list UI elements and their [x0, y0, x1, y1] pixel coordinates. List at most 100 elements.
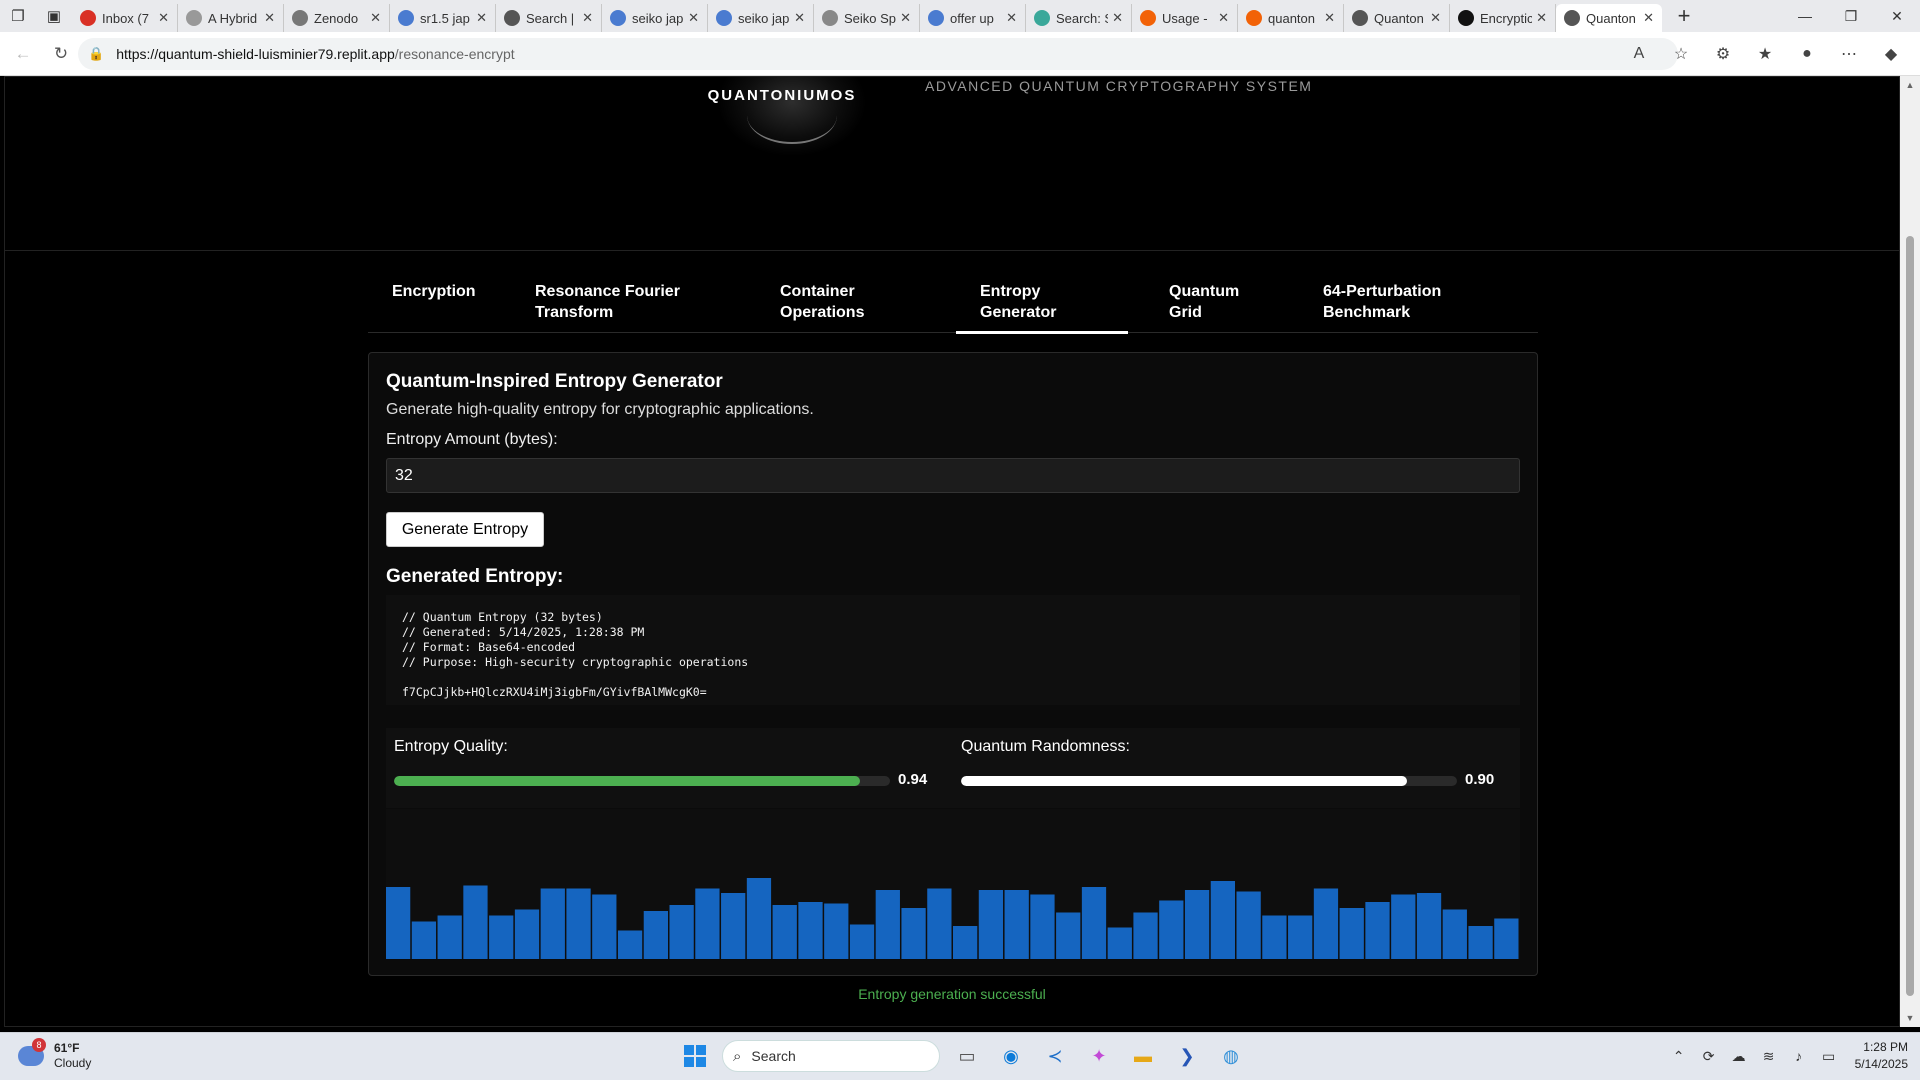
close-tab-icon[interactable]: ✕: [900, 10, 911, 26]
browser-tab[interactable]: quanton ✕: [1238, 4, 1344, 32]
refresh-icon[interactable]: ↻: [42, 36, 80, 72]
scroll-down-icon[interactable]: ▼: [1900, 1013, 1920, 1023]
entropy-amount-input[interactable]: [386, 458, 1520, 493]
windows-taskbar: 8 61°F Cloudy ⌕ Search ▭ ◉ ≺ ✦ ▬ ❯ ◍ ⌃ ⟳…: [0, 1032, 1920, 1080]
histogram-bar: [1468, 926, 1493, 959]
browser-tab[interactable]: Quanton ✕: [1344, 4, 1450, 32]
new-tab-button[interactable]: +: [1668, 3, 1700, 29]
close-tab-icon[interactable]: ✕: [370, 10, 381, 26]
tab-list: Inbox (7 ✕ A Hybrid ✕ Zenodo ✕ sr1.5 jap ✕ Searc…: [72, 0, 1662, 32]
browser-tab[interactable]: Encryptic ✕: [1450, 4, 1556, 32]
tab-quantum[interactable]: Quantum Grid: [1169, 273, 1239, 333]
read-aloud-icon[interactable]: A: [1622, 38, 1656, 70]
favorites-icon[interactable]: ★: [1748, 38, 1782, 70]
system-tray: ⌃ ⟳ ☁ ≋ ♪ ▭ 1:28 PM 5/14/2025: [1669, 1039, 1908, 1073]
back-icon[interactable]: ←: [4, 36, 42, 72]
histogram-bar: [386, 887, 411, 959]
clock-time: 1:28 PM: [1863, 1040, 1908, 1054]
histogram-bar: [1313, 888, 1339, 959]
tab-actions-icon[interactable]: ▣: [36, 0, 72, 32]
histogram-bar: [798, 902, 823, 959]
histogram-bar: [566, 888, 591, 959]
close-tab-icon[interactable]: ✕: [1112, 10, 1123, 26]
vscode-icon[interactable]: ≺: [1038, 1039, 1072, 1073]
entropy-histogram-svg: [386, 878, 1519, 959]
browser-tab[interactable]: Quanton ✕: [1556, 4, 1662, 32]
browser-tab[interactable]: Seiko Sp ✕: [814, 4, 920, 32]
sync-icon[interactable]: ⟳: [1699, 1048, 1719, 1065]
browser-tab[interactable]: Search | ✕: [496, 4, 602, 32]
browser-tab[interactable]: seiko jap ✕: [602, 4, 708, 32]
page-scrollbar[interactable]: ▲ ▼: [1900, 76, 1920, 1027]
copilot-app-icon[interactable]: ✦: [1082, 1039, 1116, 1073]
profile-avatar-icon[interactable]: ●: [1790, 38, 1824, 70]
close-tab-icon[interactable]: ✕: [476, 10, 487, 26]
tab-entropy[interactable]: Entropy Generator: [956, 273, 1128, 334]
close-tab-icon[interactable]: ✕: [582, 10, 593, 26]
browser-tab[interactable]: Usage - ✕: [1132, 4, 1238, 32]
start-button[interactable]: [678, 1039, 712, 1073]
minimize-button[interactable]: —: [1782, 0, 1828, 32]
close-tab-icon[interactable]: ✕: [794, 10, 805, 26]
histogram-bar: [721, 893, 746, 959]
scrollbar-thumb[interactable]: [1906, 236, 1914, 996]
output-line: // Generated: 5/14/2025, 1:28:38 PM: [402, 625, 645, 639]
feature-tabs: Encryption Resonance Fourier Transform Cont…: [368, 273, 1538, 334]
copilot-icon[interactable]: ◆: [1874, 38, 1908, 70]
browser-tab[interactable]: Zenodo ✕: [284, 4, 390, 32]
status-message: Entropy generation successful: [858, 986, 1046, 1002]
tab-label-line: Encryption: [392, 283, 476, 300]
browser-tab[interactable]: Search: S ✕: [1026, 4, 1132, 32]
close-tab-icon[interactable]: ✕: [158, 10, 169, 26]
close-tab-icon[interactable]: ✕: [1218, 10, 1229, 26]
file-explorer-icon[interactable]: ▬: [1126, 1039, 1160, 1073]
task-view-icon[interactable]: ▭: [950, 1039, 984, 1073]
taskbar-search[interactable]: ⌕ Search: [722, 1040, 940, 1072]
histogram-bar: [901, 908, 926, 959]
favorite-star-icon[interactable]: ☆: [1664, 38, 1698, 70]
volume-icon[interactable]: ♪: [1789, 1048, 1809, 1064]
workspaces-icon[interactable]: ❐: [0, 0, 36, 32]
histogram-bar: [437, 915, 462, 959]
browser-tab[interactable]: Inbox (7 ✕: [72, 4, 178, 32]
quantum-randomness-fill: [961, 776, 1408, 786]
close-tab-icon[interactable]: ✕: [688, 10, 699, 26]
chevron-up-icon[interactable]: ⌃: [1669, 1048, 1689, 1065]
close-window-button[interactable]: ✕: [1874, 0, 1920, 32]
tab-resonance-fourier[interactable]: Resonance Fourier Transform: [535, 273, 680, 333]
histogram-bar: [540, 888, 565, 959]
close-tab-icon[interactable]: ✕: [264, 10, 275, 26]
entropy-output[interactable]: // Quantum Entropy (32 bytes) // Generat…: [386, 595, 1520, 705]
battery-icon[interactable]: ▭: [1819, 1048, 1839, 1065]
powershell-icon[interactable]: ❯: [1170, 1039, 1204, 1073]
weather-widget[interactable]: 8 61°F Cloudy: [18, 1038, 91, 1071]
globe-app-icon[interactable]: ◍: [1214, 1039, 1248, 1073]
extensions-icon[interactable]: ⚙: [1706, 38, 1740, 70]
tab-container[interactable]: Container Operations: [780, 273, 864, 333]
restore-button[interactable]: ❐: [1828, 0, 1874, 32]
tab-label-line: Grid: [1169, 304, 1202, 321]
wifi-icon[interactable]: ≋: [1759, 1048, 1779, 1065]
clock[interactable]: 1:28 PM 5/14/2025: [1855, 1039, 1908, 1073]
tab-encryption[interactable]: Encryption: [392, 273, 476, 333]
tab-64-perturbation[interactable]: 64-Perturbation Benchmark: [1323, 273, 1441, 333]
tab-label-line: Entropy: [980, 283, 1041, 300]
edge-icon[interactable]: ◉: [994, 1039, 1028, 1073]
close-tab-icon[interactable]: ✕: [1006, 10, 1017, 26]
close-tab-icon[interactable]: ✕: [1430, 10, 1441, 26]
browser-tab[interactable]: seiko jap ✕: [708, 4, 814, 32]
url-field[interactable]: 🔒 https://quantum-shield-luisminier79.re…: [78, 38, 1678, 70]
more-menu-icon[interactable]: ⋯: [1832, 38, 1866, 70]
close-tab-icon[interactable]: ✕: [1324, 10, 1335, 26]
onedrive-icon[interactable]: ☁: [1729, 1048, 1749, 1065]
close-tab-icon[interactable]: ✕: [1536, 10, 1547, 26]
histogram-bar: [643, 911, 668, 959]
close-tab-icon[interactable]: ✕: [1643, 10, 1654, 26]
browser-tab[interactable]: A Hybrid ✕: [178, 4, 284, 32]
entropy-quality-meter: Entropy Quality: 0.94: [386, 728, 953, 808]
scroll-up-icon[interactable]: ▲: [1900, 80, 1920, 90]
histogram-bar: [669, 905, 694, 959]
browser-tab[interactable]: offer up ✕: [920, 4, 1026, 32]
browser-tab[interactable]: sr1.5 jap ✕: [390, 4, 496, 32]
generate-entropy-button[interactable]: Generate Entropy: [386, 512, 544, 547]
